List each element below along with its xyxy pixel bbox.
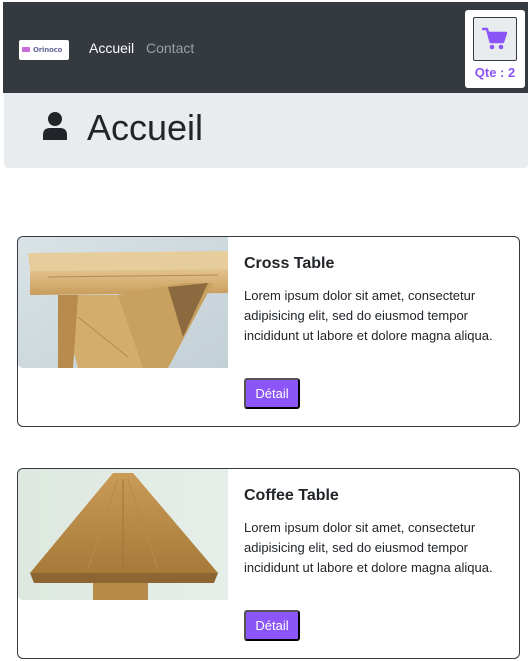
navbar: Orinoco Accueil Contact Qte : 2 bbox=[3, 2, 528, 93]
logo-text: Orinoco bbox=[33, 46, 63, 54]
product-card: Coffee Table Lorem ipsum dolor sit amet,… bbox=[17, 468, 520, 659]
product-title[interactable]: Coffee Table bbox=[244, 487, 514, 505]
cart-widget: Qte : 2 bbox=[465, 10, 525, 88]
nav-link-contact[interactable]: Contact bbox=[146, 40, 194, 56]
detail-button[interactable]: Détail bbox=[244, 378, 300, 409]
cart-quantity: Qte : 2 bbox=[474, 65, 516, 80]
shopping-cart-icon bbox=[482, 27, 508, 50]
product-card: Cross Table Lorem ipsum dolor sit amet, … bbox=[17, 236, 520, 427]
product-image[interactable] bbox=[18, 469, 228, 600]
page-header: Accueil bbox=[4, 93, 528, 168]
user-icon bbox=[43, 112, 67, 140]
cart-button[interactable] bbox=[473, 17, 517, 61]
logo-cart-icon bbox=[22, 46, 31, 54]
detail-button[interactable]: Détail bbox=[244, 610, 300, 641]
product-card-body: Coffee Table Lorem ipsum dolor sit amet,… bbox=[244, 487, 514, 578]
product-title[interactable]: Cross Table bbox=[244, 255, 514, 273]
page-title: Accueil bbox=[87, 107, 204, 148]
product-description: Lorem ipsum dolor sit amet, consectetur … bbox=[244, 288, 493, 343]
brand-logo[interactable]: Orinoco bbox=[19, 40, 69, 60]
nav-link-home[interactable]: Accueil bbox=[89, 40, 134, 56]
product-description: Lorem ipsum dolor sit amet, consectetur … bbox=[244, 520, 493, 575]
product-image[interactable] bbox=[18, 237, 228, 368]
product-card-body: Cross Table Lorem ipsum dolor sit amet, … bbox=[244, 255, 514, 346]
